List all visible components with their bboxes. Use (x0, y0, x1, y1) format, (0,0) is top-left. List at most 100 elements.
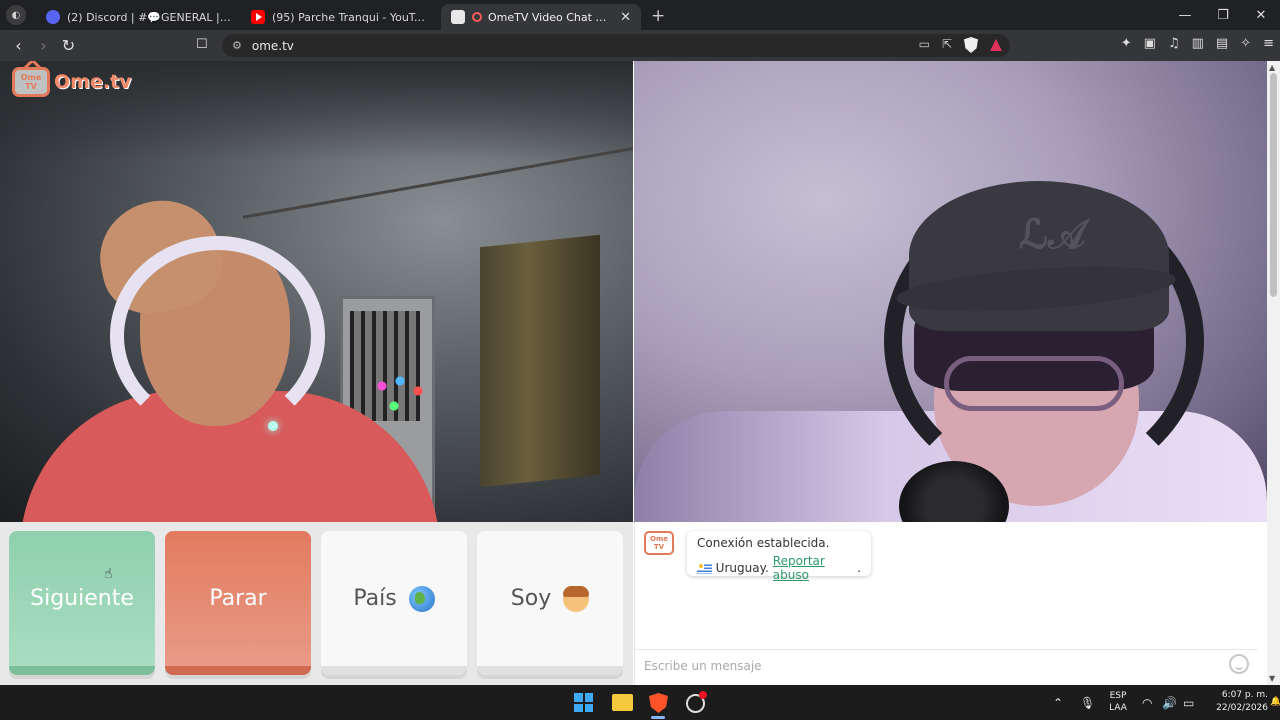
tab-youtube[interactable]: (95) Parche Tranqui - YouTube (241, 4, 441, 30)
close-window-button[interactable]: ✕ (1242, 0, 1280, 30)
leo-ai-icon[interactable]: ✧ (1240, 36, 1251, 51)
address-bar[interactable]: ⚙ ome.tv ▭ ⇱ (222, 34, 1010, 57)
next-label: Siguiente (30, 586, 134, 611)
clock-time: 6:07 p. m. (1221, 690, 1268, 700)
tab-discord[interactable]: (2) Discord | #💬GENERAL | Nasdaq (36, 4, 241, 30)
stranger-glasses (944, 356, 1124, 411)
cast-icon[interactable]: ▭ (919, 37, 930, 53)
gender-button[interactable]: Soy (477, 531, 623, 675)
stranger-country: Uruguay. (715, 561, 769, 575)
sidebar-icon[interactable]: ▥ (1192, 36, 1204, 51)
show-hidden-icons[interactable]: ⌃ (1053, 685, 1063, 720)
tab-ometv[interactable]: OmeTV Video Chat — Omegle ✕ (441, 4, 641, 30)
extensions-area: ✦ ▣ ♫ ▥ ▤ ✧ ≡ (1121, 36, 1274, 51)
address-bar-actions: ▭ ⇱ (919, 37, 1002, 53)
new-tab-button[interactable]: + (651, 6, 665, 26)
uruguay-flag-icon (697, 562, 712, 574)
tab-title: (95) Parche Tranqui - YouTube (272, 10, 431, 24)
minimize-button[interactable]: — (1166, 0, 1204, 30)
avatar-badge-bottom: TV (653, 543, 665, 551)
microphone-icon[interactable]: 🎙 (1080, 685, 1095, 720)
reload-button[interactable]: ↻ (56, 36, 81, 55)
tv-logo-icon: Ome TV (12, 67, 50, 97)
media-icon[interactable]: ♫ (1168, 36, 1180, 51)
logo-wordmark: Ome.tv (54, 71, 132, 93)
close-tab-icon[interactable]: ✕ (620, 10, 631, 25)
chat-panel: Ome TV Conexión establecida. Uruguay. Re… (634, 522, 1258, 685)
cap-logo: ℒ𝒜 (1019, 211, 1086, 258)
gender-label: Soy (510, 586, 552, 611)
stop-button[interactable]: Parar (165, 531, 311, 675)
window-curtain (480, 234, 600, 488)
emoji-picker-icon[interactable] (1229, 654, 1249, 674)
ometv-logo[interactable]: Ome TV Ome.tv (12, 67, 132, 97)
file-explorer-icon[interactable] (612, 694, 633, 711)
tab-title: OmeTV Video Chat — Omegle (488, 10, 614, 24)
page-scrollbar[interactable]: ▲ ▼ (1267, 61, 1280, 685)
clock[interactable]: 6:07 p. m. 22/02/2026 (1208, 689, 1268, 715)
notification-icon[interactable]: 🔔 (1270, 697, 1280, 707)
youtube-icon (251, 10, 265, 24)
discord-icon (46, 10, 60, 24)
brave-shield-icon[interactable] (964, 37, 978, 53)
led-lights (370, 371, 430, 421)
recording-icon (472, 12, 482, 22)
brave-browser-icon[interactable] (649, 693, 668, 713)
back-button[interactable]: ‹ (6, 36, 31, 55)
control-panel: Siguiente Parar País Soy (0, 522, 633, 685)
wifi-icon[interactable]: ◠ (1142, 685, 1152, 720)
scroll-down-icon[interactable]: ▼ (1269, 674, 1275, 683)
site-settings-icon[interactable]: ⚙ (232, 39, 242, 52)
mouse-cursor-icon: ☝ (104, 566, 113, 582)
avatar-badge-top: Ome (650, 535, 668, 543)
tab-menu-icon[interactable]: ◐ (6, 5, 26, 25)
browser-toolbar: ‹ › ↻ ☐ ⚙ ome.tv ▭ ⇱ ✦ ▣ ♫ ▥ ▤ ✧ ≡ (0, 30, 1280, 61)
start-button[interactable] (574, 693, 593, 712)
window-controls: — ❐ ✕ (1166, 0, 1280, 30)
volume-icon[interactable]: 🔊 (1162, 685, 1177, 720)
globe-icon (408, 585, 435, 612)
lang-code: ESP (1109, 691, 1127, 701)
extensions-icon[interactable]: ✦ (1121, 36, 1132, 51)
url-text: ome.tv (251, 38, 294, 53)
recording-badge-icon (699, 691, 707, 699)
bookmark-icon[interactable]: ☐ (196, 37, 208, 52)
ometv-page: Ome TV Ome.tv ℒ𝒜 Siguiente Parar País So… (0, 61, 1267, 685)
ometv-icon (451, 10, 465, 24)
clock-date: 22/02/2026 (1216, 703, 1268, 713)
active-app-indicator (651, 716, 665, 719)
scroll-thumb[interactable] (1270, 73, 1277, 297)
mic-light (268, 421, 278, 431)
lang-layout: LAA (1109, 703, 1127, 713)
boy-face-icon (563, 585, 590, 612)
ometv-avatar-icon: Ome TV (644, 531, 674, 555)
taskbar: ⌃ 🎙 ESP LAA ◠ 🔊 ▭ 6:07 p. m. 22/02/2026 … (0, 685, 1280, 720)
connection-status: Conexión establecida. (697, 536, 830, 550)
message-input[interactable] (644, 655, 1204, 677)
local-video: Ome TV Ome.tv (0, 61, 633, 522)
chat-divider (635, 649, 1258, 650)
stop-label: Parar (209, 586, 267, 611)
maximize-button[interactable]: ❐ (1204, 0, 1242, 30)
report-suffix: . (857, 561, 861, 575)
scroll-up-icon[interactable]: ▲ (1269, 63, 1275, 72)
share-icon[interactable]: ⇱ (942, 37, 952, 53)
remote-video: ℒ𝒜 (634, 61, 1267, 522)
report-abuse-link[interactable]: Reportar abuso (773, 554, 857, 582)
logo-badge-top: Ome (20, 73, 42, 82)
system-message: Conexión establecida. Uruguay. Reportar … (687, 531, 871, 582)
wallet-icon[interactable]: ▤ (1216, 36, 1228, 51)
next-button[interactable]: Siguiente (9, 531, 155, 675)
screenshot-icon[interactable]: ▣ (1144, 36, 1156, 51)
brave-rewards-icon[interactable] (990, 39, 1002, 51)
battery-icon[interactable]: ▭ (1183, 685, 1194, 720)
tab-title: (2) Discord | #💬GENERAL | Nasdaq (67, 10, 231, 24)
country-button[interactable]: País (321, 531, 467, 675)
tab-strip: ◐ (2) Discord | #💬GENERAL | Nasdaq (95) … (0, 0, 1280, 30)
country-label: País (353, 586, 397, 611)
forward-button[interactable]: › (31, 36, 56, 55)
menu-icon[interactable]: ≡ (1263, 36, 1274, 51)
input-language[interactable]: ESP LAA (1104, 690, 1132, 714)
headset (110, 236, 325, 436)
logo-badge-bottom: TV (25, 82, 37, 91)
